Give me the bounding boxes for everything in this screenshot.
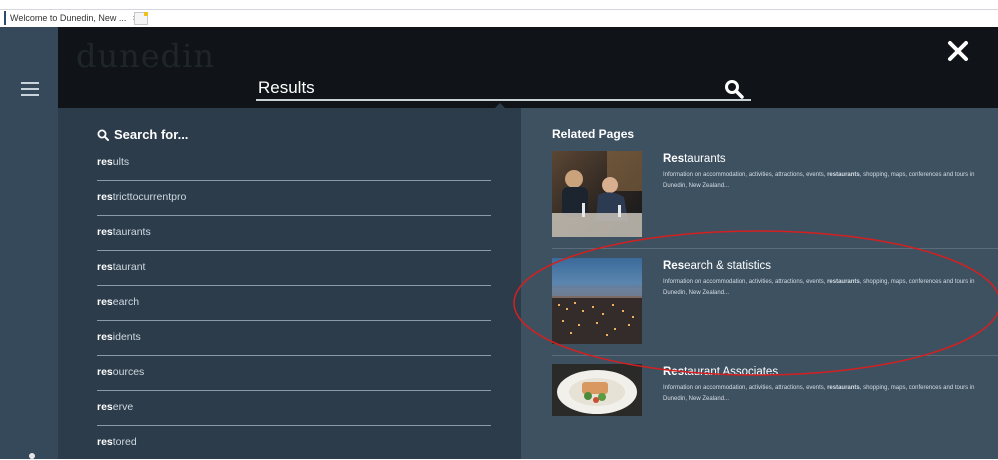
sidebar-indicator [29,453,35,459]
suggestion-item[interactable]: results [97,146,491,181]
suggestion-item[interactable]: restaurant [97,251,491,286]
search-header: dunedin [58,27,998,108]
browser-tab[interactable]: Welcome to Dunedin, New ... × [4,11,138,25]
close-icon[interactable] [947,40,969,62]
suggestion-match: res [97,366,113,378]
search-suggestions-panel: Search for... results restricttocurrentp… [58,108,521,459]
related-divider [552,355,998,356]
suggestion-item[interactable]: restaurants [97,216,491,251]
suggestion-item[interactable]: restored [97,426,491,460]
hamburger-icon[interactable] [21,82,39,100]
browser-tab-strip: Welcome to Dunedin, New ... × [0,0,998,27]
search-for-label: Search for... [114,127,189,142]
site-logo: dunedin [76,37,215,75]
search-icon[interactable] [724,79,744,99]
suggestion-rest: erve [112,401,134,413]
suggestion-match: res [97,191,113,203]
suggestion-match: res [97,156,113,168]
suggestion-match: res [97,331,113,343]
related-pages-heading: Related Pages [552,127,635,141]
search-input[interactable] [256,77,751,101]
related-page-item[interactable]: Research & statistics Information on acc… [552,258,998,353]
suggestion-item[interactable]: restricttocurrentpro [97,181,491,216]
related-page-title: Research & statistics [663,260,772,272]
related-page-item[interactable]: Restaurants Information on accommodation… [552,151,998,246]
tab-strip-line [0,9,998,10]
suggestion-item[interactable]: resources [97,356,491,391]
suggestion-rest: ources [112,366,145,378]
suggestion-match: res [97,296,113,308]
suggestion-rest: ults [112,156,130,168]
suggestion-rest: tored [112,436,137,448]
related-pages-panel: Related Pages Restaurants Information on… [521,108,998,459]
suggestion-match: res [97,226,113,238]
related-page-description: Information on accommodation, activities… [663,385,975,402]
related-page-description: Information on accommodation, activities… [663,279,975,296]
suggestion-rest: tricttocurrentpro [112,191,187,203]
suggestion-item[interactable]: residents [97,321,491,356]
related-divider [552,248,998,249]
suggestion-match: res [97,401,113,413]
suggestion-item[interactable]: reserve [97,391,491,426]
new-tab-button[interactable] [134,12,148,25]
city-night-thumbnail [552,258,642,344]
suggestion-rest: taurant [112,261,146,273]
suggestion-rest: earch [112,296,140,308]
suggestion-rest: idents [112,331,141,343]
browser-tab-title: Welcome to Dunedin, New ... [10,13,127,23]
related-page-description: Information on accommodation, activities… [663,172,975,189]
suggestion-match: res [97,436,113,448]
food-plate-thumbnail [552,364,642,416]
related-page-title: Restaurants [663,153,726,165]
search-for-heading: Search for... [97,127,188,142]
suggestion-rest: taurants [112,226,151,238]
suggestion-match: res [97,261,113,273]
related-page-title: Restaurant Associates [663,366,779,378]
magnifier-icon [97,129,109,141]
restaurant-thumbnail [552,151,642,237]
related-page-item[interactable]: Restaurant Associates Information on acc… [552,364,998,459]
suggestion-item[interactable]: research [97,286,491,321]
sidebar [0,27,58,459]
